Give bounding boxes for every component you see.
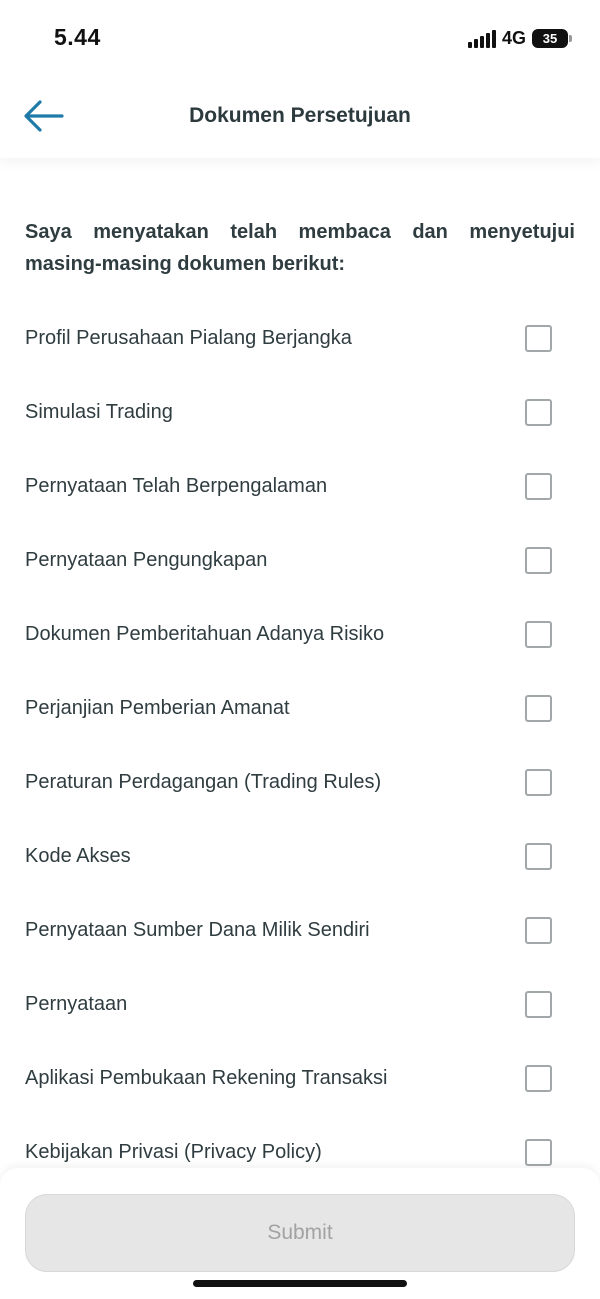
submit-button[interactable]: Submit [25, 1194, 575, 1272]
document-checkbox[interactable] [525, 546, 552, 574]
list-item[interactable]: Pernyataan Pengungkapan [0, 523, 600, 597]
document-checkbox[interactable] [525, 324, 552, 352]
list-item[interactable]: Pernyataan Sumber Dana Milik Sendiri [0, 893, 600, 967]
document-checkbox[interactable] [525, 842, 552, 870]
list-item[interactable]: Peraturan Perdagangan (Trading Rules) [0, 745, 600, 819]
consent-statement: Saya menyatakan telah membaca dan menyet… [25, 221, 575, 275]
bottom-action-panel: Submit [0, 1168, 600, 1299]
document-label: Peraturan Perdagangan (Trading Rules) [25, 770, 382, 793]
document-checkbox[interactable] [525, 1138, 552, 1166]
home-indicator[interactable] [193, 1280, 407, 1287]
document-label: Simulasi Trading [25, 400, 173, 423]
document-label: Pernyataan Sumber Dana Milik Sendiri [25, 918, 370, 941]
document-label: Dokumen Pemberitahuan Adanya Risiko [25, 622, 385, 645]
document-checkbox[interactable] [525, 398, 552, 426]
list-item[interactable]: Dokumen Pemberitahuan Adanya Risiko [0, 597, 600, 671]
document-list: Profil Perusahaan Pialang Berjangka Simu… [0, 301, 600, 1189]
status-indicators: 4G 35 [467, 28, 572, 49]
document-checkbox[interactable] [525, 990, 552, 1018]
network-type: 4G [501, 28, 526, 48]
document-label: Kode Akses [25, 844, 131, 867]
document-label: Pernyataan Pengungkapan [25, 548, 268, 571]
document-label: Perjanjian Pemberian Amanat [25, 696, 290, 719]
document-label: Pernyataan [25, 992, 128, 1015]
status-bar: 5.44 4G 35 [0, 0, 600, 78]
list-item[interactable]: Profil Perusahaan Pialang Berjangka [0, 301, 600, 375]
battery-icon: 35 [532, 29, 572, 48]
page-title: Dokumen Persetujuan [189, 104, 411, 127]
list-item[interactable]: Pernyataan Telah Berpengalaman [0, 449, 600, 523]
document-checkbox[interactable] [525, 620, 552, 648]
list-item[interactable]: Perjanjian Pemberian Amanat [0, 671, 600, 745]
document-label: Profil Perusahaan Pialang Berjangka [25, 326, 352, 349]
list-item[interactable]: Aplikasi Pembukaan Rekening Transaksi [0, 1041, 600, 1115]
document-checkbox[interactable] [525, 768, 552, 796]
list-item[interactable]: Kode Akses [0, 819, 600, 893]
document-checkbox[interactable] [525, 694, 552, 722]
signal-strength-icon [467, 29, 496, 48]
document-checkbox[interactable] [525, 1064, 552, 1092]
document-label: Pernyataan Telah Berpengalaman [25, 474, 328, 497]
document-checkbox[interactable] [525, 916, 552, 944]
document-checkbox[interactable] [525, 472, 552, 500]
header-bar: Dokumen Persetujuan [0, 78, 600, 158]
document-label: Aplikasi Pembukaan Rekening Transaksi [25, 1066, 388, 1089]
document-label: Kebijakan Privasi (Privacy Policy) [25, 1140, 322, 1163]
battery-level: 35 [532, 29, 568, 48]
list-item[interactable]: Simulasi Trading [0, 375, 600, 449]
list-item[interactable]: Pernyataan [0, 967, 600, 1041]
status-time: 5.44 [54, 24, 101, 50]
